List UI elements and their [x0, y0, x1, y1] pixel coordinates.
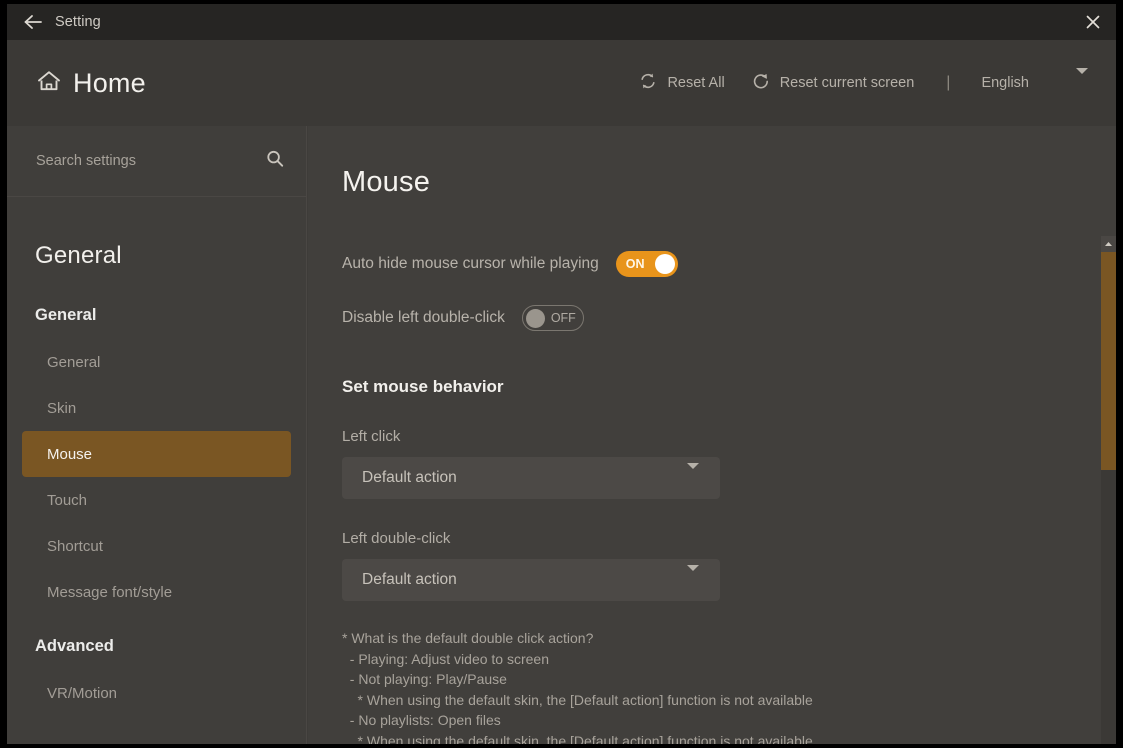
home-button[interactable]: Home — [36, 68, 146, 99]
language-value: English — [981, 75, 1029, 91]
refresh-cycle-icon — [638, 71, 658, 96]
sidebar-group-advanced: Advanced — [35, 637, 114, 655]
chevron-down-icon — [687, 565, 699, 589]
sidebar-item-label: VR/Motion — [47, 684, 118, 702]
field-label-left-click: Left click — [342, 428, 401, 445]
dropdown-value: Default action — [362, 469, 457, 486]
sidebar-title: General — [35, 242, 122, 269]
main-panel: Mouse Auto hide mouse cursor while playi… — [308, 126, 1116, 744]
search-input[interactable] — [36, 153, 236, 169]
sidebar-item-label: Message font/style — [47, 583, 173, 601]
search-icon[interactable] — [266, 150, 284, 173]
setting-label: Disable left double-click — [342, 309, 505, 326]
home-icon — [36, 69, 62, 98]
header-actions: Reset All Reset current screen | English — [612, 68, 1088, 96]
sidebar-item-vr-motion[interactable]: VR/Motion — [22, 670, 291, 716]
refresh-single-icon — [751, 71, 771, 96]
sidebar-group-general: General — [35, 306, 97, 324]
setting-label: Auto hide mouse cursor while playing — [342, 255, 599, 272]
search-row — [7, 126, 306, 197]
default-double-click-note: * What is the default double click actio… — [342, 630, 813, 744]
auto-hide-cursor-toggle[interactable]: ON — [615, 251, 678, 277]
chevron-down-icon — [1076, 68, 1088, 92]
page-title: Mouse — [342, 166, 431, 198]
title-bar: Setting — [7, 4, 1116, 40]
sidebar-item-touch[interactable]: Touch — [22, 477, 291, 523]
setting-row-disable-left-double-click: Disable left double-click OFF — [342, 305, 1116, 331]
dropdown-value: Default action — [362, 571, 457, 588]
sidebar-item-message-font-style[interactable]: Message font/style — [22, 569, 291, 615]
sidebar-item-label: General — [47, 353, 101, 371]
reset-current-screen-label: Reset current screen — [779, 75, 915, 91]
sidebar-item-skin[interactable]: Skin — [22, 385, 291, 431]
vertical-scrollbar[interactable] — [1101, 236, 1116, 744]
sidebar-item-label: Shortcut — [47, 537, 103, 555]
scroll-up-arrow-icon[interactable] — [1101, 236, 1116, 252]
toggle-state-label: OFF — [550, 311, 576, 325]
content-area: General General General Skin Mouse Touch… — [7, 126, 1116, 744]
left-click-action-dropdown[interactable]: Default action — [342, 457, 720, 499]
toggle-knob — [654, 254, 675, 274]
section-heading-mouse-behavior: Set mouse behavior — [342, 377, 504, 396]
disable-left-double-click-toggle[interactable]: OFF — [521, 305, 584, 331]
header-separator: | — [946, 74, 951, 91]
chevron-down-icon — [687, 463, 699, 487]
sidebar: General General General Skin Mouse Touch… — [7, 126, 307, 744]
sidebar-item-label: Skin — [47, 399, 77, 417]
reset-all-label: Reset All — [667, 75, 725, 91]
language-selector[interactable]: English — [981, 68, 1088, 92]
scrollbar-thumb[interactable] — [1101, 252, 1116, 470]
field-label-left-double-click: Left double-click — [342, 530, 451, 547]
settings-window: Setting Home Reset All Reset current scr… — [7, 4, 1116, 744]
left-double-click-action-dropdown[interactable]: Default action — [342, 559, 720, 601]
back-arrow-icon[interactable] — [20, 9, 46, 35]
sidebar-item-label: Mouse — [47, 445, 93, 463]
home-label: Home — [73, 67, 146, 98]
toggle-state-label: ON — [625, 257, 645, 271]
sidebar-item-general[interactable]: General — [22, 339, 291, 385]
reset-all-button[interactable]: Reset All — [638, 71, 725, 96]
sidebar-item-mouse[interactable]: Mouse — [22, 431, 291, 477]
setting-row-auto-hide-cursor: Auto hide mouse cursor while playing ON — [342, 251, 1116, 277]
close-icon[interactable] — [1070, 4, 1116, 40]
reset-current-screen-button[interactable]: Reset current screen — [751, 71, 915, 96]
sidebar-item-shortcut[interactable]: Shortcut — [22, 523, 291, 569]
app-header: Home Reset All Reset current screen | En… — [7, 40, 1116, 126]
toggle-knob — [525, 308, 545, 328]
window-title: Setting — [55, 14, 101, 30]
sidebar-item-label: Touch — [47, 491, 88, 509]
